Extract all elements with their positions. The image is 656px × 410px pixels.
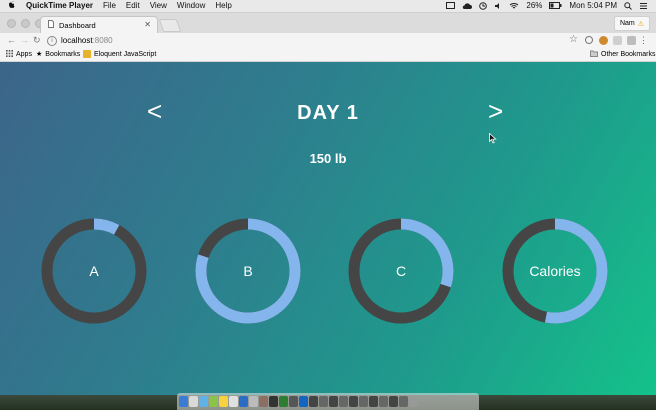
extension-icon-2[interactable] — [613, 36, 622, 45]
terminal-icon[interactable] — [269, 396, 278, 407]
bookmark-star-icon[interactable]: ☆ — [569, 34, 578, 45]
volume-icon[interactable] — [494, 2, 502, 10]
mouse-cursor-icon — [489, 131, 497, 149]
reload-icon[interactable]: ↻ — [33, 35, 41, 46]
spotlight-search-icon[interactable] — [624, 1, 632, 10]
app-icon[interactable] — [349, 396, 358, 407]
profile-name: Nam — [619, 20, 635, 27]
folder-icon — [590, 50, 598, 59]
bookmark-eloquent-label: Eloquent JavaScript — [94, 50, 157, 58]
bookmark-apps-label: Apps — [16, 51, 32, 58]
weight-value: 150 lb — [309, 151, 347, 166]
bookmark-bookmarks-label: Bookmarks — [45, 50, 81, 58]
chrome-icon[interactable] — [219, 396, 228, 407]
time-machine-icon[interactable] — [479, 1, 488, 10]
app-store-icon[interactable] — [239, 396, 248, 407]
minimize-window-button[interactable] — [21, 19, 30, 28]
battery-icon[interactable] — [549, 2, 562, 9]
browser-toolbar: ← → ↻ i localhost:8080 ☆ ⋮ — [0, 33, 656, 48]
day-title: DAY 1 — [297, 102, 359, 124]
safari-icon[interactable] — [199, 396, 208, 407]
notes-icon[interactable] — [189, 396, 198, 407]
app-icon[interactable] — [319, 396, 328, 407]
close-tab-icon[interactable]: ✕ — [144, 20, 151, 29]
wifi-icon[interactable] — [509, 2, 519, 10]
app-icon[interactable] — [329, 396, 338, 407]
progress-ring-b[interactable]: B — [194, 217, 302, 325]
menu-edit[interactable]: Edit — [126, 1, 140, 10]
warning-icon: ⚠ — [637, 20, 644, 28]
ring-label: B — [243, 263, 253, 279]
vscode-icon[interactable] — [299, 396, 308, 407]
apple-icon[interactable] — [8, 1, 16, 10]
bookmark-other[interactable]: Other Bookmarks — [590, 50, 655, 59]
trash-icon[interactable] — [409, 396, 418, 407]
app-icon[interactable] — [379, 396, 388, 407]
ring-label: Calories — [529, 263, 581, 279]
browser-tab-bar: Dashboard ✕ Nam ⚠ — [0, 13, 656, 33]
app-icon[interactable] — [369, 396, 378, 407]
history-extension-icon[interactable] — [585, 36, 593, 44]
screen-mirror-icon[interactable] — [446, 1, 456, 10]
star-icon: ★ — [36, 51, 43, 58]
page-icon — [48, 20, 54, 30]
close-window-button[interactable] — [7, 19, 16, 28]
bookmark-eloquent-javascript[interactable]: Eloquent JavaScript — [83, 50, 156, 58]
bookmark-bookmarks[interactable]: ★ Bookmarks — [36, 50, 81, 59]
menu-file[interactable]: File — [103, 1, 116, 10]
window-controls — [7, 19, 44, 28]
menubar-clock[interactable]: Mon 5:04 PM — [569, 1, 617, 10]
address-bar[interactable]: i localhost:8080 — [47, 35, 585, 46]
system-preferences-icon[interactable] — [249, 396, 258, 407]
finder-icon[interactable] — [179, 396, 188, 407]
cast-icon[interactable] — [627, 36, 636, 45]
back-icon[interactable]: ← — [7, 35, 16, 45]
next-day-button[interactable]: > — [488, 96, 503, 127]
menu-help[interactable]: Help — [215, 1, 231, 10]
ring-label: C — [395, 263, 407, 279]
cloud-icon[interactable] — [462, 2, 473, 10]
extension-icon[interactable] — [599, 36, 608, 45]
battery-percent[interactable]: 26% — [526, 1, 542, 10]
tab-title: Dashboard — [59, 20, 96, 30]
tab-dashboard[interactable]: Dashboard ✕ — [40, 16, 158, 33]
browser-menu-icon[interactable]: ⋮ — [639, 35, 648, 46]
forward-icon[interactable]: → — [20, 35, 29, 45]
macos-dock — [177, 393, 479, 410]
app-icon[interactable] — [309, 396, 318, 407]
app-icon[interactable] — [339, 396, 348, 407]
profile-button[interactable]: Nam ⚠ — [613, 16, 650, 31]
new-tab-button[interactable] — [158, 19, 182, 32]
progress-ring-c[interactable]: C — [347, 217, 455, 325]
menu-window[interactable]: Window — [177, 1, 205, 10]
bookmark-apps[interactable]: Apps — [6, 50, 32, 59]
progress-ring-calories[interactable]: Calories — [501, 217, 609, 325]
js-book-icon — [83, 50, 91, 58]
contacts-icon[interactable] — [259, 396, 268, 407]
spotify-icon[interactable] — [279, 396, 288, 407]
ring-label: A — [89, 263, 99, 279]
url-host: localhost — [61, 36, 93, 45]
site-info-icon[interactable]: i — [47, 35, 57, 46]
bookmarks-bar: Apps ★ Bookmarks Eloquent JavaScript Oth… — [0, 48, 656, 62]
dashboard-page: < DAY 1 > 150 lb A B C Calories — [0, 62, 656, 395]
app-name-menu[interactable]: QuickTime Player — [26, 1, 93, 10]
menu-view[interactable]: View — [150, 1, 167, 10]
messages-icon[interactable] — [209, 396, 218, 407]
bookmark-other-label: Other Bookmarks — [601, 51, 656, 58]
app-icon[interactable] — [359, 396, 368, 407]
app-icon[interactable] — [399, 396, 408, 407]
app-icon[interactable] — [389, 396, 398, 407]
quicktime-icon[interactable] — [289, 396, 298, 407]
apps-grid-icon — [6, 50, 13, 59]
url-port: :8080 — [92, 36, 113, 45]
progress-ring-a[interactable]: A — [40, 217, 148, 325]
photos-icon[interactable] — [229, 396, 238, 407]
macos-menu-bar: QuickTime Player File Edit View Window H… — [0, 0, 656, 13]
notification-center-icon[interactable] — [639, 2, 648, 10]
